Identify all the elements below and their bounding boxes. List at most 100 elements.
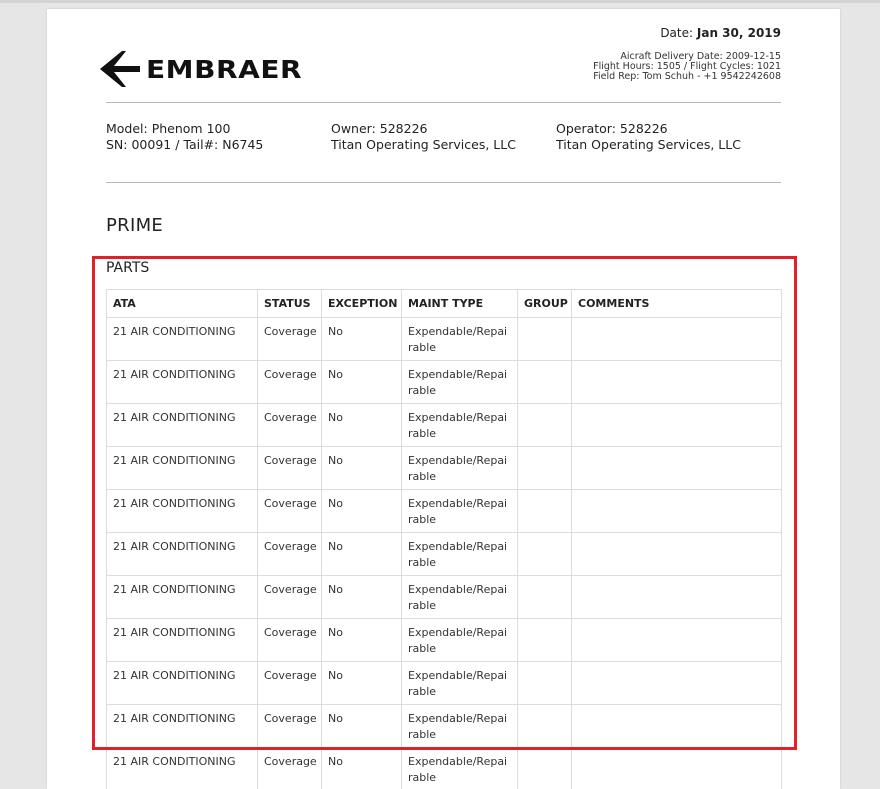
cell-exception: No — [322, 404, 402, 447]
cell-ata: 21 AIR CONDITIONING — [107, 490, 258, 533]
cell-ata: 21 AIR CONDITIONING — [107, 748, 258, 789]
model: Model: Phenom 100 — [106, 121, 316, 137]
aircraft-stats: Aicraft Delivery Date: 2009-12-15 Flight… — [593, 52, 781, 82]
cell-group — [518, 748, 572, 789]
operator-block: Operator: 528226 Titan Operating Service… — [556, 121, 766, 153]
cell-maint-type: Expendable/Repairable — [402, 576, 518, 619]
cell-group — [518, 490, 572, 533]
owner-name: Titan Operating Services, LLC — [331, 137, 541, 153]
table-body: 21 AIR CONDITIONINGCoverageNoExpendable/… — [107, 318, 782, 789]
column-header-ata: ATA — [107, 290, 258, 318]
cell-maint-type: Expendable/Repairable — [402, 705, 518, 748]
cell-status: Coverage — [258, 318, 322, 361]
cell-comments — [572, 576, 782, 619]
cell-ata: 21 AIR CONDITIONING — [107, 404, 258, 447]
document-page: EMBRAER Date: Jan 30, 2019 Aicraft Deliv… — [47, 9, 840, 789]
cell-group — [518, 705, 572, 748]
cell-maint-type: Expendable/Repairable — [402, 748, 518, 789]
cell-maint-type: Expendable/Repairable — [402, 447, 518, 490]
table-row: 21 AIR CONDITIONINGCoverageNoExpendable/… — [107, 318, 782, 361]
cell-comments — [572, 447, 782, 490]
cell-comments — [572, 619, 782, 662]
cell-comments — [572, 404, 782, 447]
column-header-status: STATUS — [258, 290, 322, 318]
cell-exception: No — [322, 361, 402, 404]
cell-exception: No — [322, 490, 402, 533]
aircraft-model-block: Model: Phenom 100 SN: 00091 / Tail#: N67… — [106, 121, 316, 153]
table-row: 21 AIR CONDITIONINGCoverageNoExpendable/… — [107, 404, 782, 447]
table-row: 21 AIR CONDITIONINGCoverageNoExpendable/… — [107, 662, 782, 705]
cell-group — [518, 576, 572, 619]
cell-exception: No — [322, 533, 402, 576]
cell-maint-type: Expendable/Repairable — [402, 490, 518, 533]
cell-comments — [572, 748, 782, 789]
cell-comments — [572, 361, 782, 404]
column-header-group: GROUP — [518, 290, 572, 318]
table-header-row: ATA STATUS EXCEPTION MAINT TYPE GROUP CO… — [107, 290, 782, 318]
cell-exception: No — [322, 619, 402, 662]
cell-group — [518, 619, 572, 662]
table-row: 21 AIR CONDITIONINGCoverageNoExpendable/… — [107, 748, 782, 789]
cell-ata: 21 AIR CONDITIONING — [107, 619, 258, 662]
cell-status: Coverage — [258, 748, 322, 789]
cell-maint-type: Expendable/Repairable — [402, 662, 518, 705]
cell-status: Coverage — [258, 705, 322, 748]
section-title: PARTS — [106, 260, 149, 276]
logo-text: EMBRAER — [146, 55, 302, 84]
serial-tail: SN: 00091 / Tail#: N6745 — [106, 137, 316, 153]
cell-maint-type: Expendable/Repairable — [402, 318, 518, 361]
parts-table: ATA STATUS EXCEPTION MAINT TYPE GROUP CO… — [106, 289, 782, 789]
date-value: Jan 30, 2019 — [697, 26, 781, 40]
table-row: 21 AIR CONDITIONINGCoverageNoExpendable/… — [107, 490, 782, 533]
cell-maint-type: Expendable/Repairable — [402, 361, 518, 404]
cell-group — [518, 447, 572, 490]
column-header-maint-type: MAINT TYPE — [402, 290, 518, 318]
field-rep: Field Rep: Tom Schuh - +1 9542242608 — [593, 72, 781, 82]
date-label: Date: — [660, 26, 693, 40]
program-title: PRIME — [106, 215, 163, 236]
info-divider — [106, 182, 781, 183]
table-row: 21 AIR CONDITIONINGCoverageNoExpendable/… — [107, 576, 782, 619]
operator-id: Operator: 528226 — [556, 121, 766, 137]
operator-name: Titan Operating Services, LLC — [556, 137, 766, 153]
column-header-exception: EXCEPTION — [322, 290, 402, 318]
cell-status: Coverage — [258, 576, 322, 619]
cell-comments — [572, 533, 782, 576]
owner-id: Owner: 528226 — [331, 121, 541, 137]
cell-status: Coverage — [258, 490, 322, 533]
report-date: Date: Jan 30, 2019 — [660, 26, 781, 40]
cell-ata: 21 AIR CONDITIONING — [107, 318, 258, 361]
cell-maint-type: Expendable/Repairable — [402, 619, 518, 662]
cell-group — [518, 361, 572, 404]
cell-group — [518, 662, 572, 705]
cell-ata: 21 AIR CONDITIONING — [107, 705, 258, 748]
table-row: 21 AIR CONDITIONINGCoverageNoExpendable/… — [107, 619, 782, 662]
header-divider — [106, 102, 781, 103]
cell-exception: No — [322, 748, 402, 789]
table-row: 21 AIR CONDITIONINGCoverageNoExpendable/… — [107, 361, 782, 404]
cell-comments — [572, 662, 782, 705]
cell-maint-type: Expendable/Repairable — [402, 533, 518, 576]
cell-ata: 21 AIR CONDITIONING — [107, 662, 258, 705]
cell-status: Coverage — [258, 533, 322, 576]
top-border — [0, 0, 880, 3]
cell-status: Coverage — [258, 619, 322, 662]
cell-ata: 21 AIR CONDITIONING — [107, 576, 258, 619]
cell-status: Coverage — [258, 447, 322, 490]
cell-status: Coverage — [258, 404, 322, 447]
cell-ata: 21 AIR CONDITIONING — [107, 361, 258, 404]
cell-group — [518, 404, 572, 447]
cell-ata: 21 AIR CONDITIONING — [107, 447, 258, 490]
cell-exception: No — [322, 318, 402, 361]
cell-exception: No — [322, 447, 402, 490]
cell-exception: No — [322, 662, 402, 705]
cell-group — [518, 318, 572, 361]
cell-exception: No — [322, 576, 402, 619]
embraer-arrow-icon — [100, 51, 140, 87]
table-row: 21 AIR CONDITIONINGCoverageNoExpendable/… — [107, 447, 782, 490]
owner-block: Owner: 528226 Titan Operating Services, … — [331, 121, 541, 153]
cell-comments — [572, 490, 782, 533]
cell-status: Coverage — [258, 361, 322, 404]
cell-exception: No — [322, 705, 402, 748]
table-row: 21 AIR CONDITIONINGCoverageNoExpendable/… — [107, 533, 782, 576]
